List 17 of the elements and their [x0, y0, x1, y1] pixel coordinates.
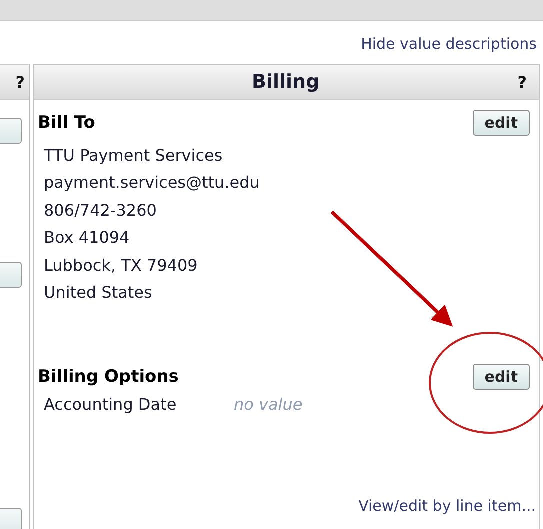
- section-heading: Bill To: [38, 113, 96, 133]
- address-line: TTU Payment Services: [44, 145, 224, 167]
- address-line: 806/742-3260: [44, 200, 158, 222]
- address-line: United States: [44, 282, 154, 304]
- address-line: Lubbock, TX 79409: [44, 254, 199, 277]
- help-link[interactable]: ?: [16, 72, 25, 92]
- field-value: no value: [234, 394, 303, 416]
- help-link[interactable]: ?: [518, 72, 527, 92]
- panel-title: Billing: [251, 71, 321, 93]
- edit-button[interactable]: edit: [472, 110, 530, 136]
- address-line: Box 41094: [44, 227, 131, 250]
- edit-button[interactable]: edit: [472, 364, 530, 390]
- section-heading: Billing Options: [38, 367, 179, 388]
- address-line: payment.services@ttu.edu: [44, 172, 261, 194]
- line-item-link[interactable]: View/edit by line item...: [358, 497, 536, 515]
- field-label: Accounting Date: [44, 394, 178, 416]
- hide-descriptions-link[interactable]: Hide value descriptions: [361, 35, 537, 64]
